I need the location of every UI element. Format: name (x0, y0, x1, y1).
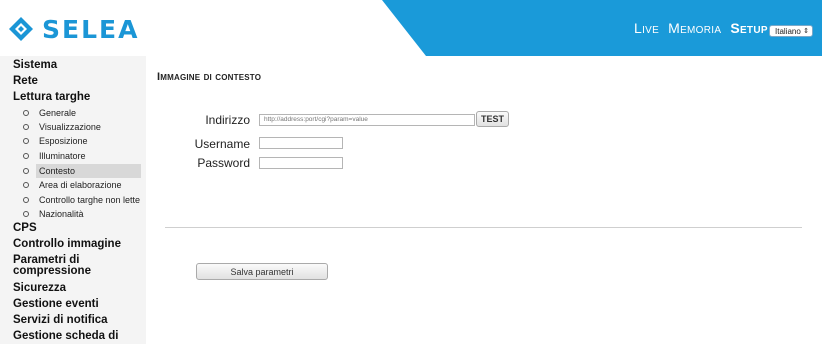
sidebar-subitem-label: Contesto (39, 166, 76, 176)
sidebar-subitem-label: Controllo targhe non lette (39, 195, 141, 205)
sidebar-subitem-label: Esposizione (39, 136, 88, 146)
top-navigation: Live Memoria Setup (634, 20, 768, 36)
sidebar-subitem-label: Area di elaborazione (39, 180, 122, 190)
sidebar-item-gestione-eventi[interactable]: Gestione eventi (13, 298, 99, 310)
bullet-icon (23, 153, 29, 159)
select-arrows-icon: ⇕ (803, 28, 809, 35)
password-label: Password (197, 156, 250, 170)
address-label: Indirizzo (205, 113, 250, 127)
bullet-icon (23, 182, 29, 188)
sidebar-subitem-controllo-targhe[interactable]: Controllo targhe non lette (23, 195, 140, 205)
selea-logo-icon (9, 17, 33, 41)
bullet-icon (23, 138, 29, 144)
bullet-icon (23, 124, 29, 130)
brand-name: SELEA (42, 14, 140, 44)
language-value: Italiano (775, 27, 801, 36)
sidebar-subitem-label: Generale (39, 108, 77, 118)
sidebar-item-parametri-compressione[interactable]: Parametri di compressione (13, 254, 123, 277)
page-title: Immagine di contesto (157, 71, 262, 83)
address-input[interactable]: http://address:port/cgi?param=value (259, 114, 475, 126)
sidebar-subitem-contesto[interactable]: Contesto (23, 166, 75, 176)
bullet-icon (23, 197, 29, 203)
sidebar-subitem-esposizione[interactable]: Esposizione (23, 136, 88, 146)
section-divider (165, 227, 802, 228)
nav-live[interactable]: Live (634, 20, 659, 36)
sidebar-item-servizi-notifica[interactable]: Servizi di notifica (13, 314, 108, 326)
sidebar-item-gestione-scheda[interactable]: Gestione scheda di (13, 330, 118, 342)
save-button[interactable]: Salva parametri (196, 263, 328, 280)
sidebar-item-cps[interactable]: CPS (13, 222, 37, 234)
sidebar-item-rete[interactable]: Rete (13, 75, 38, 87)
language-select[interactable]: Italiano ⇕ (769, 25, 813, 37)
sidebar-subitem-label: Illuminatore (39, 151, 86, 161)
brand-logo[interactable]: SELEA (8, 14, 139, 44)
sidebar-item-sicurezza[interactable]: Sicurezza (13, 282, 66, 294)
sidebar-subitem-illuminatore[interactable]: Illuminatore (23, 151, 86, 161)
sidebar-item-sistema[interactable]: Sistema (13, 59, 57, 71)
test-button[interactable]: TEST (476, 111, 509, 127)
bullet-icon (23, 168, 29, 174)
password-input[interactable] (259, 157, 343, 169)
nav-memoria[interactable]: Memoria (668, 20, 721, 36)
header: SELEA Live Memoria Setup Italiano ⇕ (0, 0, 822, 56)
sidebar-subitem-area-elaborazione[interactable]: Area di elaborazione (23, 180, 122, 190)
bullet-icon (23, 211, 29, 217)
nav-setup[interactable]: Setup (730, 20, 768, 36)
sidebar-item-controllo-immagine[interactable]: Controllo immagine (13, 238, 121, 250)
sidebar-subitem-label: Nazionalità (39, 209, 84, 219)
username-label: Username (194, 137, 250, 151)
bullet-icon (23, 110, 29, 116)
sidebar-item-lettura-targhe[interactable]: Lettura targhe (13, 91, 90, 103)
sidebar-subitem-label: Visualizzazione (39, 122, 101, 132)
sidebar-subitem-nazionalita[interactable]: Nazionalità (23, 209, 84, 219)
username-input[interactable] (259, 137, 343, 149)
sidebar-subitem-generale[interactable]: Generale (23, 108, 76, 118)
sidebar-subitem-visualizzazione[interactable]: Visualizzazione (23, 122, 101, 132)
